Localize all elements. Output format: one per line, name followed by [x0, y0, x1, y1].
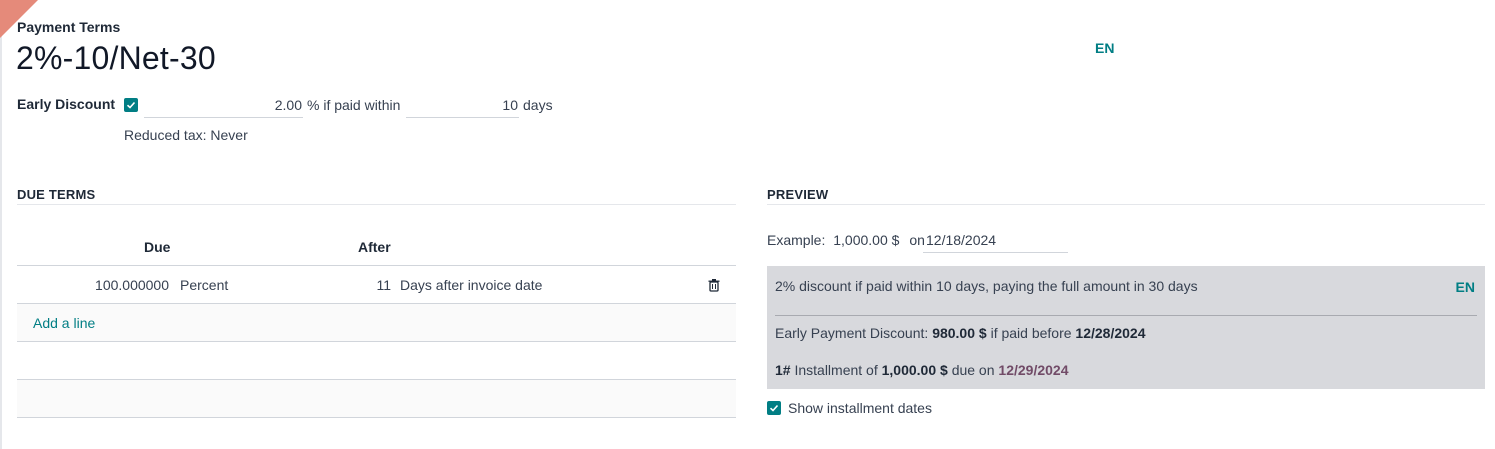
early-discount-label: Early Discount [17, 96, 116, 112]
early-payment-date: 12/28/2024 [1075, 325, 1146, 341]
show-installment-dates-checkbox[interactable] [767, 401, 781, 415]
preview-title: PREVIEW [767, 187, 829, 202]
early-payment-middle: if paid before [990, 325, 1072, 341]
add-line-link[interactable]: Add a line [33, 315, 95, 331]
due-value[interactable]: 100.000000 [95, 277, 169, 293]
installment-middle: due on [951, 362, 995, 378]
installment-line: 1# Installment of 1,000.00 $ due on 12/2… [775, 362, 1068, 378]
language-button[interactable]: EN [1095, 40, 1114, 56]
trash-icon[interactable] [707, 278, 721, 292]
preview-example: Example: 1,000.00 $ on [767, 232, 925, 248]
installment-date: 12/29/2024 [998, 362, 1069, 378]
left-border [0, 0, 2, 449]
due-terms-title: DUE TERMS [17, 187, 96, 202]
preview-sentence: 2% discount if paid within 10 days, payi… [775, 278, 1198, 294]
early-payment-label: Early Payment Discount: [775, 325, 929, 341]
early-payment-amount: 980.00 $ [932, 325, 987, 341]
checkmark-icon [126, 101, 136, 109]
installment-label: Installment of [794, 362, 878, 378]
table-row[interactable]: 100.000000 Percent 11 Days after invoice… [17, 266, 736, 304]
add-line-row: Add a line [17, 304, 736, 342]
column-due[interactable]: Due [144, 239, 170, 255]
checkmark-icon [769, 404, 779, 412]
empty-row [17, 342, 736, 380]
after-type[interactable]: Days after invoice date [400, 277, 542, 293]
installment-number: 1# [775, 362, 791, 378]
show-installment-dates-label[interactable]: Show installment dates [788, 400, 932, 416]
preview-box: 2% discount if paid within 10 days, payi… [767, 266, 1485, 389]
example-date-input[interactable]: 12/18/2024 [923, 229, 1068, 253]
percent-suffix: % if paid within [307, 97, 401, 113]
example-prefix: Example: [767, 232, 826, 248]
installment-amount: 1,000.00 $ [881, 362, 948, 378]
payment-terms-form: Payment Terms 2%-10/Net-30 EN Early Disc… [0, 0, 1495, 449]
preview-box-divider [775, 315, 1477, 316]
early-payment-line: Early Payment Discount: 980.00 $ if paid… [775, 325, 1146, 341]
example-amount[interactable]: 1,000.00 $ [833, 232, 899, 248]
after-days[interactable]: 11 [376, 277, 391, 293]
days-suffix: days [523, 97, 553, 113]
due-type[interactable]: Percent [180, 277, 228, 293]
due-terms-table: Due After 100.000000 Percent 11 Days aft… [17, 228, 736, 418]
discount-percent-input[interactable]: 2.00 [144, 94, 303, 118]
early-discount-checkbox[interactable] [124, 98, 138, 112]
column-after[interactable]: After [358, 239, 391, 255]
table-header: Due After [17, 228, 736, 266]
due-terms-divider [17, 204, 736, 205]
discount-days-input[interactable]: 10 [406, 94, 519, 118]
preview-divider [767, 204, 1485, 205]
early-discount-row: Early Discount 2.00 % if paid within 10 … [17, 94, 577, 118]
empty-row [17, 380, 736, 418]
reduced-tax-link[interactable]: Reduced tax: Never [124, 127, 248, 143]
payment-term-name[interactable]: 2%-10/Net-30 [16, 40, 216, 77]
preview-language-button[interactable]: EN [1456, 279, 1475, 295]
form-label: Payment Terms [17, 19, 121, 35]
